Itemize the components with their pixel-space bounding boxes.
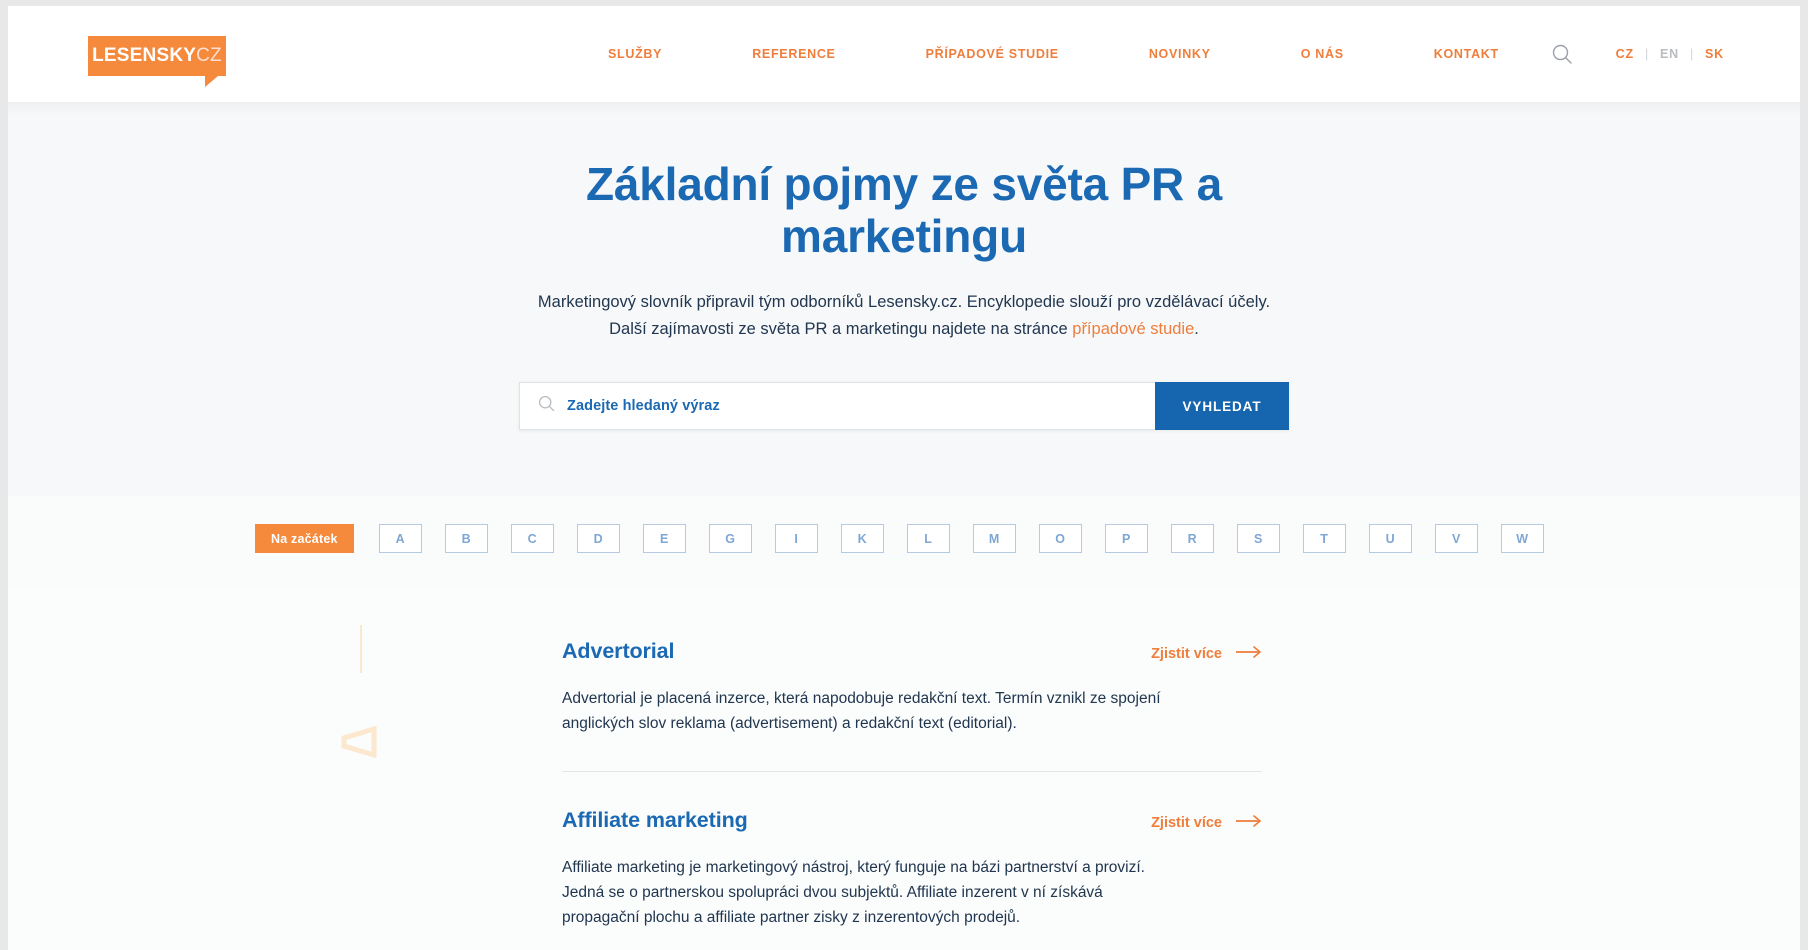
main-navigation: SLUŽBY REFERENCE PŘÍPADOVÉ STUDIE NOVINK… xyxy=(608,6,1499,102)
alpha-letter-v[interactable]: V xyxy=(1434,524,1478,554)
search-row: VYHLEDAT xyxy=(8,382,1800,431)
alpha-letter-o[interactable]: O xyxy=(1038,524,1082,554)
site-header: LESENSKY CZ SLUŽBY REFERENCE PŘÍPADOVÉ ST… xyxy=(8,6,1800,102)
alpha-letter-b[interactable]: B xyxy=(444,524,488,554)
site-logo[interactable]: LESENSKY CZ xyxy=(88,36,226,87)
alpha-letter-d[interactable]: D xyxy=(576,524,620,554)
entry-more-link-affiliate-marketing[interactable]: Zjistit více xyxy=(1151,815,1262,831)
glossary-entries-section: Advertorial Zjistit více Advertorial je … xyxy=(8,587,1800,950)
lang-separator-1: | xyxy=(1644,47,1649,61)
alpha-letter-p[interactable]: P xyxy=(1104,524,1148,554)
alpha-letter-m[interactable]: M xyxy=(972,524,1016,554)
page-title: Základní pojmy ze světa PR a marketingu xyxy=(585,158,1223,263)
header-utilities: CZ | EN | SK xyxy=(1548,6,1724,102)
alpha-letter-u[interactable]: U xyxy=(1368,524,1412,554)
search-box: VYHLEDAT xyxy=(519,382,1289,431)
hero-section: Základní pojmy ze světa PR a marketingu … xyxy=(8,102,1800,497)
arrow-right-icon xyxy=(1236,646,1262,662)
language-switcher: CZ | EN | SK xyxy=(1616,47,1724,61)
decorative-line xyxy=(360,625,362,674)
arrow-right-icon xyxy=(1236,814,1262,831)
nav-item-sluzby[interactable]: SLUŽBY xyxy=(608,47,662,61)
lang-option-sk[interactable]: SK xyxy=(1705,47,1724,61)
lang-option-cz[interactable]: CZ xyxy=(1616,47,1634,61)
lang-option-en[interactable]: EN xyxy=(1660,47,1679,61)
entry-title-affiliate-marketing[interactable]: Affiliate marketing xyxy=(562,808,748,833)
alpha-letter-s[interactable]: S xyxy=(1236,524,1280,554)
glossary-entry: Advertorial Zjistit více Advertorial je … xyxy=(562,639,1262,772)
entry-title-advertorial[interactable]: Advertorial xyxy=(562,639,675,664)
alpha-letter-t[interactable]: T xyxy=(1302,524,1346,554)
entry-header: Affiliate marketing Zjistit více xyxy=(562,808,1262,833)
alpha-letter-r[interactable]: R xyxy=(1170,524,1214,554)
search-submit-button[interactable]: VYHLEDAT xyxy=(1155,382,1289,431)
alphabet-filter-row: Na začátek A B C D E G I K L M O P R S T… xyxy=(8,524,1800,554)
decorative-arrow-icon xyxy=(338,725,378,764)
alpha-letter-a[interactable]: A xyxy=(378,524,422,554)
entry-more-label: Zjistit více xyxy=(1151,814,1222,831)
glossary-entry-list: Advertorial Zjistit více Advertorial je … xyxy=(562,639,1262,950)
alpha-letter-c[interactable]: C xyxy=(510,524,554,554)
browser-viewport: LESENSKY CZ SLUŽBY REFERENCE PŘÍPADOVÉ ST… xyxy=(8,6,1800,950)
nav-item-kontakt[interactable]: KONTAKT xyxy=(1434,47,1499,61)
search-input[interactable] xyxy=(567,398,1155,415)
alpha-home-button[interactable]: Na začátek xyxy=(255,524,354,554)
entry-more-link-advertorial[interactable]: Zjistit více xyxy=(1151,646,1262,662)
intro-line-1: Marketingový slovník připravil tým odbor… xyxy=(537,292,1271,311)
entry-description: Advertorial je placená inzerce, která na… xyxy=(562,690,1161,733)
intro-line-2-pre: Další zajímavosti ze světa PR a marketin… xyxy=(609,319,1073,338)
alpha-letter-e[interactable]: E xyxy=(642,524,686,554)
nav-item-novinky[interactable]: NOVINKY xyxy=(1149,47,1211,61)
logo-text-main: LESENSKY xyxy=(92,45,197,66)
intro-line-2-post: . xyxy=(1194,319,1199,338)
nav-item-o-nas[interactable]: O NÁS xyxy=(1301,47,1344,61)
logo-text-sub: CZ xyxy=(196,45,222,66)
nav-item-reference[interactable]: REFERENCE xyxy=(752,47,835,61)
intro-link-case-studies[interactable]: případové studie xyxy=(1072,320,1194,338)
glossary-entry: Affiliate marketing Zjistit více Affilia… xyxy=(562,808,1262,950)
lang-separator-2: | xyxy=(1689,47,1695,61)
alpha-letter-w[interactable]: W xyxy=(1500,524,1544,554)
alphabet-filter-section: Na začátek A B C D E G I K L M O P R S T… xyxy=(8,496,1800,588)
alpha-letter-k[interactable]: K xyxy=(840,524,884,554)
search-field-wrapper xyxy=(519,382,1155,431)
magnifier-icon xyxy=(538,395,555,417)
entry-more-label: Zjistit více xyxy=(1151,646,1222,663)
entry-header: Advertorial Zjistit více xyxy=(562,639,1262,664)
search-icon[interactable] xyxy=(1548,40,1576,68)
entry-description: Affiliate marketing je marketingový nást… xyxy=(562,858,1145,926)
nav-item-pripadove-studie[interactable]: PŘÍPADOVÉ STUDIE xyxy=(926,47,1059,61)
page-intro: Marketingový slovník připravil tým odbor… xyxy=(514,289,1294,342)
alpha-letter-i[interactable]: I xyxy=(774,524,818,554)
alpha-letter-l[interactable]: L xyxy=(906,524,950,554)
alpha-letter-g[interactable]: G xyxy=(708,524,752,554)
